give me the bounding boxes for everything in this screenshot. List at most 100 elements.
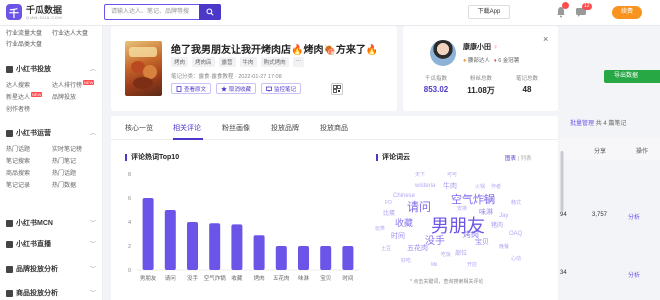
- chevron-down-icon[interactable]: ﹀: [90, 264, 96, 273]
- sidebar-section-mcn[interactable]: 小红书MCN: [6, 218, 53, 228]
- cloud-word[interactable]: OAQ: [509, 231, 522, 237]
- download-app-button[interactable]: 下载App: [468, 5, 510, 19]
- tab-brands[interactable]: 投放品牌: [271, 123, 299, 133]
- cloud-word[interactable]: 心动: [511, 257, 521, 262]
- cloud-word[interactable]: 火锅: [475, 185, 485, 190]
- tab-comments[interactable]: 相关评论: [173, 123, 201, 133]
- author-name[interactable]: 康康小田 ♀: [463, 42, 498, 52]
- sidebar-item[interactable]: 笔记记录: [6, 180, 30, 189]
- sidebar-section-product[interactable]: 商品投放分析: [6, 288, 58, 298]
- more-tags[interactable]: ···: [292, 57, 305, 67]
- sidebar-item[interactable]: 商品搜索: [6, 168, 30, 177]
- cloud-word[interactable]: 宝贝: [475, 239, 489, 246]
- cloud-word[interactable]: 部位: [455, 251, 467, 257]
- view-original-button[interactable]: 查看原文: [171, 83, 212, 94]
- bar-男朋友[interactable]: [142, 198, 154, 270]
- sidebar-item[interactable]: 热门话题: [6, 144, 30, 153]
- unfavorite-button[interactable]: 取消收藏: [216, 83, 257, 94]
- close-icon[interactable]: ×: [543, 34, 548, 44]
- tab-products[interactable]: 投放商品: [320, 123, 348, 133]
- chevron-up-icon[interactable]: ︿: [90, 64, 96, 73]
- cloud-word[interactable]: wisteria: [415, 183, 435, 189]
- sidebar-quick-link[interactable]: 行业品类大盘: [6, 39, 42, 48]
- cloud-word[interactable]: 猪肉: [491, 223, 503, 229]
- bar-空气炸锅[interactable]: [209, 223, 221, 270]
- cloud-word[interactable]: 安排: [457, 207, 467, 212]
- note-tag[interactable]: 购式烤肉: [260, 57, 289, 67]
- sidebar-quick-link[interactable]: 行业达人大盘: [52, 28, 88, 37]
- note-thumbnail[interactable]: [125, 41, 162, 96]
- bar-请问[interactable]: [164, 210, 176, 270]
- sidebar-section-ops[interactable]: 小红书运营: [6, 128, 51, 138]
- chevron-down-icon[interactable]: ﹀: [90, 239, 96, 248]
- qr-code-button[interactable]: [331, 83, 343, 95]
- sidebar-item[interactable]: 笔记搜索: [6, 156, 30, 165]
- analyze-link[interactable]: 分析: [628, 212, 640, 221]
- sidebar-item[interactable]: 达人排行榜NEW: [52, 80, 95, 89]
- scrollbar[interactable]: [560, 111, 564, 300]
- bar-烤肉[interactable]: [253, 235, 265, 270]
- bulk-manage-link[interactable]: 批量管理: [570, 121, 594, 127]
- cloud-word[interactable]: 吃饭: [441, 253, 451, 258]
- app-logo[interactable]: 千 千瓜数据 QIAN-GUA.COM: [6, 4, 62, 20]
- cloud-word[interactable]: 土豆: [381, 247, 391, 252]
- sidebar-item[interactable]: 实时笔记榜: [52, 144, 82, 153]
- cloud-word[interactable]: 请问: [407, 201, 431, 213]
- search-button[interactable]: [199, 4, 221, 20]
- sidebar-item[interactable]: 热门笔记: [52, 156, 76, 165]
- author-avatar[interactable]: [430, 40, 456, 66]
- cloud-word[interactable]: 收藏: [395, 219, 413, 228]
- bar-没手[interactable]: [187, 222, 198, 270]
- sidebar-section-brand[interactable]: 品牌投放分析: [6, 264, 58, 274]
- note-title[interactable]: 绝了我男朋友让我开烤肉店🔥烤肉🍖方来了🔥: [171, 41, 378, 56]
- cloud-word[interactable]: 五花肉: [407, 245, 428, 252]
- cloud-word[interactable]: 谢谢: [483, 197, 495, 203]
- cloud-word[interactable]: 天下: [415, 173, 425, 178]
- cloud-word[interactable]: Chinese: [393, 193, 415, 199]
- cloud-word[interactable]: 晚餐: [499, 245, 509, 250]
- cloud-word[interactable]: 比蛋: [383, 211, 395, 217]
- bar-味淋[interactable]: [298, 246, 309, 270]
- toggle-chart[interactable]: 图表: [505, 156, 516, 162]
- note-tag[interactable]: 烤肉店: [192, 57, 215, 67]
- sidebar-item[interactable]: 新星达人NEW: [6, 92, 43, 101]
- note-tag[interactable]: 牛肉: [239, 57, 257, 67]
- cloud-word[interactable]: 牛肉: [443, 183, 457, 190]
- bar-时间[interactable]: [342, 246, 354, 270]
- analyze-link[interactable]: 分析: [628, 270, 640, 279]
- cloud-word[interactable]: 没手: [425, 237, 445, 247]
- sidebar-item[interactable]: 热门话题: [52, 168, 76, 177]
- sidebar-quick-link[interactable]: 行业流量大盘: [6, 28, 42, 37]
- cloud-word[interactable]: Mii: [431, 263, 437, 268]
- bar-五花肉[interactable]: [275, 246, 287, 270]
- toggle-list[interactable]: 列表: [521, 156, 532, 162]
- monitor-note-button[interactable]: 监控笔记: [261, 83, 302, 94]
- cloud-word[interactable]: 烤肉: [463, 231, 479, 239]
- sidebar-item[interactable]: 创作者榜: [6, 104, 30, 113]
- bar-收藏[interactable]: [231, 224, 243, 270]
- cloud-word[interactable]: 可可: [447, 173, 457, 178]
- cloud-word[interactable]: Jay: [499, 213, 508, 219]
- cloud-word[interactable]: 好吃: [401, 259, 411, 264]
- cloud-word[interactable]: 韩式: [511, 201, 521, 206]
- cloud-word[interactable]: 开店: [467, 263, 477, 268]
- sidebar-section-live[interactable]: 小红书直播: [6, 239, 51, 249]
- note-tag[interactable]: 露营: [218, 57, 236, 67]
- tab-fans[interactable]: 粉丝画像: [222, 123, 250, 133]
- note-tag[interactable]: 烤肉: [171, 57, 189, 67]
- sidebar-item[interactable]: 热门数据: [52, 180, 76, 189]
- renew-button[interactable]: 续费: [612, 6, 642, 19]
- chevron-up-icon[interactable]: ︿: [90, 128, 96, 137]
- sidebar-section-kol[interactable]: 小红书投放: [6, 64, 51, 74]
- tab-overview[interactable]: 核心一览: [125, 123, 153, 133]
- chevron-down-icon[interactable]: ﹀: [90, 288, 96, 297]
- cloud-word[interactable]: 味淋: [479, 209, 493, 216]
- chevron-down-icon[interactable]: ﹀: [90, 218, 96, 227]
- sidebar-item[interactable]: 品牌投放: [52, 92, 76, 101]
- cloud-word[interactable]: 玩笑: [375, 227, 385, 232]
- cloud-word[interactable]: 时间: [391, 233, 405, 240]
- cloud-word[interactable]: 作者: [491, 185, 501, 190]
- cloud-word[interactable]: FO: [385, 201, 392, 206]
- sidebar-item[interactable]: 达人搜索: [6, 80, 30, 89]
- export-data-button[interactable]: 导出数据: [604, 70, 660, 83]
